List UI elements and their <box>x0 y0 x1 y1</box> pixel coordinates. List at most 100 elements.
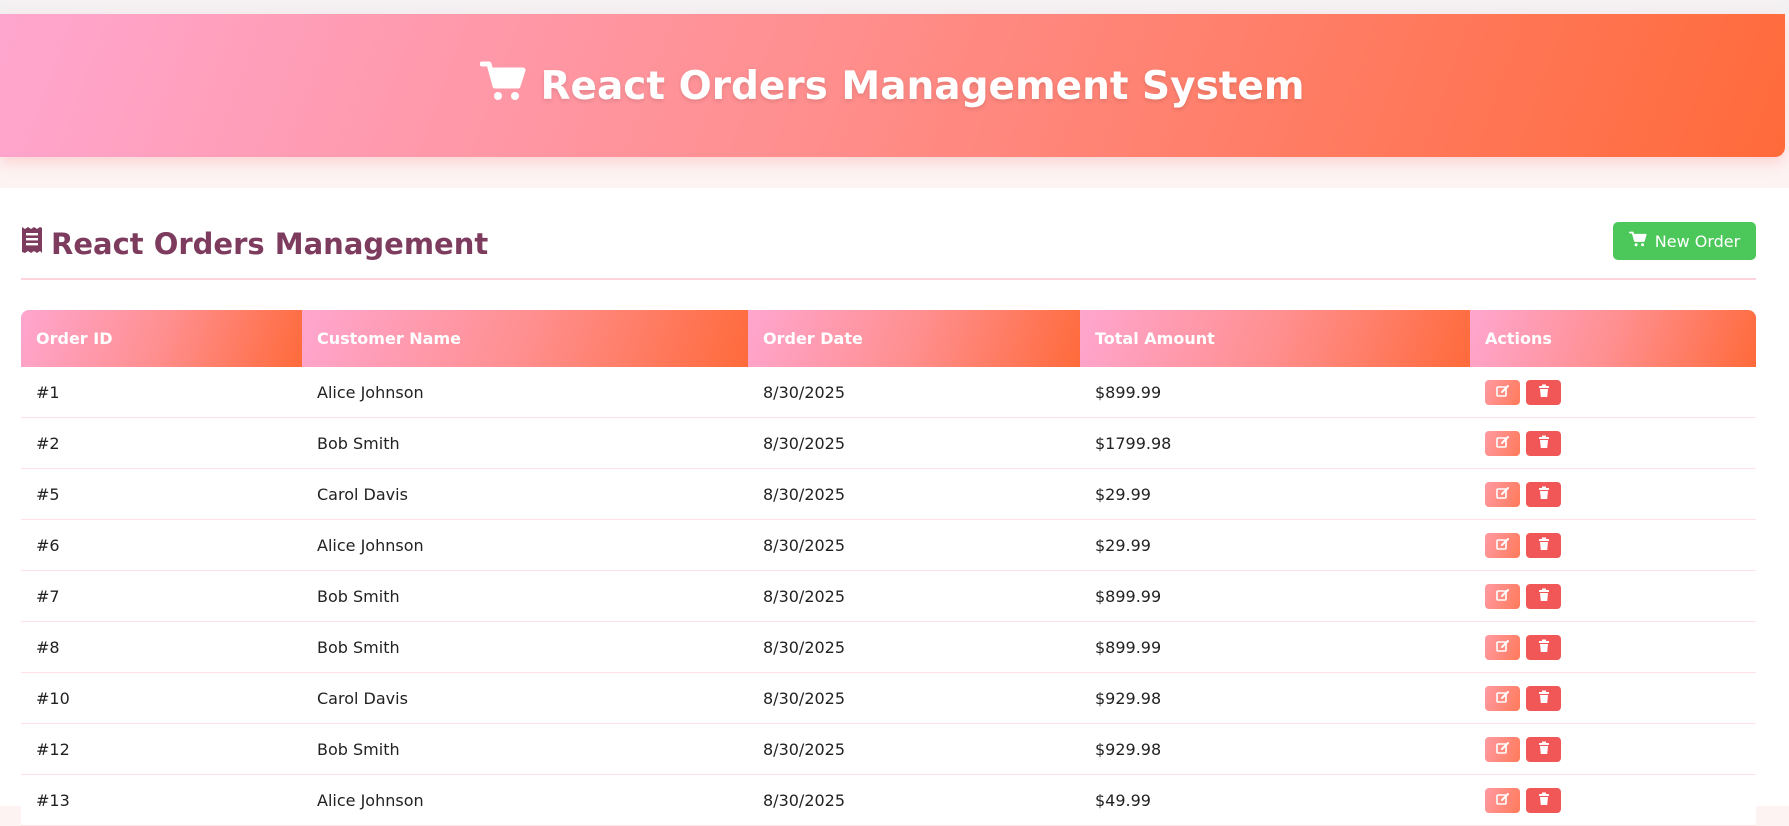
order-date-cell: 8/30/2025 <box>748 570 1080 622</box>
edit-order-button[interactable] <box>1485 787 1520 813</box>
table-row: #8 Bob Smith 8/30/2025 $899.99 <box>21 621 1756 673</box>
delete-order-button[interactable] <box>1526 736 1561 762</box>
column-header-order-date[interactable]: Order Date <box>748 310 1080 367</box>
column-header-total-amount[interactable]: Total Amount <box>1080 310 1470 367</box>
order-date-cell: 8/30/2025 <box>748 468 1080 520</box>
order-id-cell: #7 <box>21 570 302 622</box>
orders-table: Order ID Customer Name Order Date Total … <box>21 310 1756 826</box>
edit-icon <box>1495 791 1510 810</box>
actions-cell <box>1470 723 1756 775</box>
table-row: #1 Alice Johnson 8/30/2025 $899.99 <box>21 367 1756 418</box>
total-amount-cell: $899.99 <box>1080 570 1470 622</box>
customer-name-cell: Alice Johnson <box>302 774 748 826</box>
order-date-cell: 8/30/2025 <box>748 672 1080 724</box>
trash-icon <box>1537 536 1551 555</box>
delete-order-button[interactable] <box>1526 685 1561 711</box>
customer-name-cell: Carol Davis <box>302 468 748 520</box>
edit-order-button[interactable] <box>1485 532 1520 558</box>
order-id-cell: #5 <box>21 468 302 520</box>
table-row: #10 Carol Davis 8/30/2025 $929.98 <box>21 672 1756 724</box>
app-title-text: React Orders Management System <box>540 63 1305 109</box>
trash-icon <box>1537 587 1551 606</box>
edit-icon <box>1495 638 1510 657</box>
customer-name-cell: Bob Smith <box>302 621 748 673</box>
row-actions <box>1485 532 1756 558</box>
trash-icon <box>1537 689 1551 708</box>
actions-cell <box>1470 621 1756 673</box>
column-header-customer-name[interactable]: Customer Name <box>302 310 748 367</box>
customer-name-cell: Bob Smith <box>302 570 748 622</box>
order-id-cell: #1 <box>21 367 302 418</box>
table-row: #2 Bob Smith 8/30/2025 $1799.98 <box>21 417 1756 469</box>
order-date-cell: 8/30/2025 <box>748 723 1080 775</box>
delete-order-button[interactable] <box>1526 430 1561 456</box>
customer-name-cell: Carol Davis <box>302 672 748 724</box>
edit-order-button[interactable] <box>1485 685 1520 711</box>
row-actions <box>1485 379 1756 405</box>
orders-table-container: Order ID Customer Name Order Date Total … <box>21 310 1756 826</box>
new-order-button-label: New Order <box>1654 231 1741 251</box>
order-date-cell: 8/30/2025 <box>748 621 1080 673</box>
order-date-cell: 8/30/2025 <box>748 774 1080 826</box>
delete-order-button[interactable] <box>1526 634 1561 660</box>
order-id-cell: #6 <box>21 519 302 571</box>
order-id-cell: #13 <box>21 774 302 826</box>
delete-order-button[interactable] <box>1526 481 1561 507</box>
app-title: React Orders Management System <box>0 60 1785 112</box>
row-actions <box>1485 481 1756 507</box>
total-amount-cell: $929.98 <box>1080 723 1470 775</box>
browser-top-strip <box>0 0 1789 14</box>
total-amount-cell: $899.99 <box>1080 367 1470 418</box>
edit-order-button[interactable] <box>1485 736 1520 762</box>
total-amount-cell: $929.98 <box>1080 672 1470 724</box>
order-id-cell: #2 <box>21 417 302 469</box>
new-order-button[interactable]: New Order <box>1613 222 1756 260</box>
edit-order-button[interactable] <box>1485 481 1520 507</box>
edit-icon <box>1495 587 1510 606</box>
order-id-cell: #12 <box>21 723 302 775</box>
edit-order-button[interactable] <box>1485 430 1520 456</box>
edit-order-button[interactable] <box>1485 379 1520 405</box>
edit-icon <box>1495 536 1510 555</box>
order-id-cell: #8 <box>21 621 302 673</box>
row-actions <box>1485 685 1756 711</box>
trash-icon <box>1537 740 1551 759</box>
order-date-cell: 8/30/2025 <box>748 519 1080 571</box>
edit-order-button[interactable] <box>1485 634 1520 660</box>
shopping-cart-icon <box>1628 231 1647 251</box>
column-header-actions: Actions <box>1470 310 1756 367</box>
trash-icon <box>1537 638 1551 657</box>
edit-order-button[interactable] <box>1485 583 1520 609</box>
row-actions <box>1485 583 1756 609</box>
edit-icon <box>1495 383 1510 402</box>
orders-table-body: #1 Alice Johnson 8/30/2025 $899.99 #2 Bob Smi… <box>21 367 1756 826</box>
column-header-order-id[interactable]: Order ID <box>21 310 302 367</box>
actions-cell <box>1470 519 1756 571</box>
total-amount-cell: $29.99 <box>1080 519 1470 571</box>
trash-icon <box>1537 383 1551 402</box>
customer-name-cell: Bob Smith <box>302 417 748 469</box>
customer-name-cell: Alice Johnson <box>302 367 748 418</box>
receipt-icon <box>21 226 43 261</box>
trash-icon <box>1537 485 1551 504</box>
actions-cell <box>1470 367 1756 418</box>
actions-cell <box>1470 468 1756 520</box>
total-amount-cell: $49.99 <box>1080 774 1470 826</box>
order-date-cell: 8/30/2025 <box>748 417 1080 469</box>
app-header-banner: React Orders Management System <box>0 14 1785 157</box>
edit-icon <box>1495 485 1510 504</box>
delete-order-button[interactable] <box>1526 532 1561 558</box>
total-amount-cell: $29.99 <box>1080 468 1470 520</box>
total-amount-cell: $899.99 <box>1080 621 1470 673</box>
total-amount-cell: $1799.98 <box>1080 417 1470 469</box>
edit-icon <box>1495 689 1510 708</box>
order-id-cell: #10 <box>21 672 302 724</box>
trash-icon <box>1537 791 1551 810</box>
delete-order-button[interactable] <box>1526 787 1561 813</box>
row-actions <box>1485 736 1756 762</box>
delete-order-button[interactable] <box>1526 379 1561 405</box>
actions-cell <box>1470 570 1756 622</box>
delete-order-button[interactable] <box>1526 583 1561 609</box>
edit-icon <box>1495 740 1510 759</box>
table-row: #7 Bob Smith 8/30/2025 $899.99 <box>21 570 1756 622</box>
